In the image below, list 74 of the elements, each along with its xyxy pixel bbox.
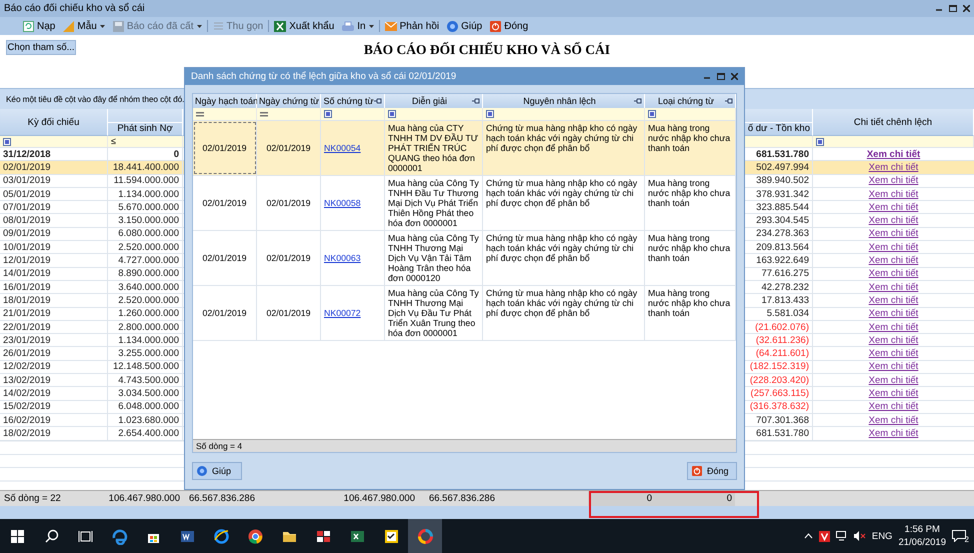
dialog-title: Danh sách chứng từ có thể lệch giữa kho và sổ cái 02/01/2019 [191, 71, 456, 82]
debit-cell: 1.134.000.000 [108, 188, 183, 200]
debit-cell: 6.048.000.000 [108, 400, 183, 413]
period-cell: 14/01/2019 [0, 268, 108, 280]
debit-cell: 4.727.000.000 [108, 254, 183, 267]
debit-cell: 2.654.400.000 [108, 427, 183, 440]
debit-cell: 3.034.500.000 [108, 387, 183, 400]
voucher-date-cell: 02/01/2019 [257, 176, 321, 230]
period-cell: 31/12/2018 [0, 148, 108, 160]
group-panel-hint: Kéo một tiêu đề cột vào đây để nhóm theo cột đó. [6, 94, 184, 104]
period-cell: 05/01/2019 [0, 188, 108, 200]
row-count: Số dòng = 22 [3, 493, 62, 504]
period-cell: 16/02/2019 [0, 414, 108, 426]
period-cell: 08/01/2019 [0, 214, 108, 227]
period-cell: 16/01/2019 [0, 280, 108, 294]
reason-cell: Chứng từ mua hàng nhập kho có ngày hạch toán khác với ngày chứng từ chi phí được chọn để phân bổ [483, 176, 645, 230]
description-cell: Mua hàng của Công Ty TNHH Thương Mại Dịch Vụ Vận Tải Tâm Hoàng Trân theo hóa đơn 0000120 [385, 231, 483, 285]
posting-date-cell: 02/01/2019 [193, 231, 257, 285]
voucher-date-cell: 02/01/2019 [257, 121, 321, 175]
total-cell-text: 66.567.836.286 [428, 492, 496, 506]
debit-cell: 18.441.400.000 [108, 161, 183, 174]
period-cell: 18/01/2019 [0, 294, 108, 307]
debit-cell: 1.023.680.000 [108, 414, 183, 426]
total-cell-text: 106.467.980.000 [343, 492, 416, 506]
period-cell: 23/01/2019 [0, 334, 108, 346]
voucher-type-cell: Mua hàng trong nước nhập kho chưa thanh toán [645, 121, 736, 175]
voucher-date-cell: 02/01/2019 [257, 286, 321, 340]
debit-cell: 12.148.500.000 [108, 360, 183, 374]
reason-cell: Chứng từ mua hàng nhập kho có ngày hạch toán khác với ngày chứng từ chi phí được chọn để phân bổ [483, 286, 645, 340]
period-cell: 15/02/2019 [0, 400, 108, 413]
debit-cell: 4.743.500.000 [108, 374, 183, 386]
period-cell: 12/01/2019 [0, 254, 108, 267]
debit-cell: 1.260.000.000 [108, 308, 183, 320]
voucher-type-cell: Mua hàng trong nước nhập kho chưa thanh toán [645, 231, 736, 285]
period-cell: 09/01/2019 [0, 228, 108, 240]
voucher-date-cell: 02/01/2019 [257, 231, 321, 285]
debit-cell: 3.255.000.000 [108, 347, 183, 360]
voucher-type-cell: Mua hàng trong nước nhập kho chưa thanh toán [645, 176, 736, 230]
period-cell: 22/01/2019 [0, 320, 108, 334]
reason-cell: Chứng từ mua hàng nhập kho có ngày hạch toán khác với ngày chứng từ chi phí được chọn để phân bổ [483, 121, 645, 175]
report-title: BÁO CÁO ĐỐI CHIẾU KHO VÀ SỔ CÁI [364, 42, 610, 58]
debit-cell: 8.890.000.000 [108, 268, 183, 280]
period-cell: 07/01/2019 [0, 201, 108, 214]
total-cell-text: 66.567.836.286 [188, 492, 256, 506]
debit-cell: 0 [108, 148, 183, 160]
period-cell: 14/02/2019 [0, 387, 108, 400]
window-title: Báo cáo đối chiếu kho và sổ cái [4, 3, 145, 14]
period-cell: 13/02/2019 [0, 374, 108, 386]
description-cell: Mua hàng của Công Ty TNHH Đầu Tư Thương Mại Dịch Vụ Phát Triển Thiên Hồng Phát theo hóa đơn 0000001 [385, 176, 483, 230]
period-cell: 26/01/2019 [0, 347, 108, 360]
voucher-type-cell: Mua hàng trong nước nhập kho chưa thanh toán [645, 286, 736, 340]
period-cell: 02/01/2019 [0, 161, 108, 174]
posting-date-cell: 02/01/2019 [193, 121, 257, 175]
description-cell: Mua hàng của CTY TNHH TM DV ĐẦU TƯ PHÁT TRIỂN TRÚC QUANG theo hóa đơn 0000001 [385, 121, 483, 175]
debit-cell: 2.800.000.000 [108, 320, 183, 334]
debit-cell: 3.150.000.000 [108, 214, 183, 227]
period-cell: 12/02/2019 [0, 360, 108, 374]
row-count: Số dòng = 4 [195, 441, 244, 451]
period-cell: 03/01/2019 [0, 174, 108, 187]
debit-cell: 2.520.000.000 [108, 241, 183, 254]
debit-cell: 3.640.000.000 [108, 280, 183, 294]
debit-cell: 5.670.000.000 [108, 201, 183, 214]
debit-cell: 1.134.000.000 [108, 334, 183, 346]
reason-cell: Chứng từ mua hàng nhập kho có ngày hạch toán khác với ngày chứng từ chi phí được chọn để phân bổ [483, 231, 645, 285]
period-cell: 21/01/2019 [0, 308, 108, 320]
debit-cell: 2.520.000.000 [108, 294, 183, 307]
debit-cell: 6.080.000.000 [108, 228, 183, 240]
description-cell: Mua hàng của Công Ty TNHH Thương Mại Dịch Vụ Đầu Tư Phát Triển Xuân Trung theo hóa đơn 0000001 [385, 286, 483, 340]
total-cell-text: 106.467.980.000 [108, 492, 181, 506]
period-cell: 10/01/2019 [0, 241, 108, 254]
posting-date-cell: 02/01/2019 [193, 286, 257, 340]
period-cell: 18/02/2019 [0, 427, 108, 440]
posting-date-cell: 02/01/2019 [193, 176, 257, 230]
debit-cell: 11.594.000.000 [108, 174, 183, 187]
